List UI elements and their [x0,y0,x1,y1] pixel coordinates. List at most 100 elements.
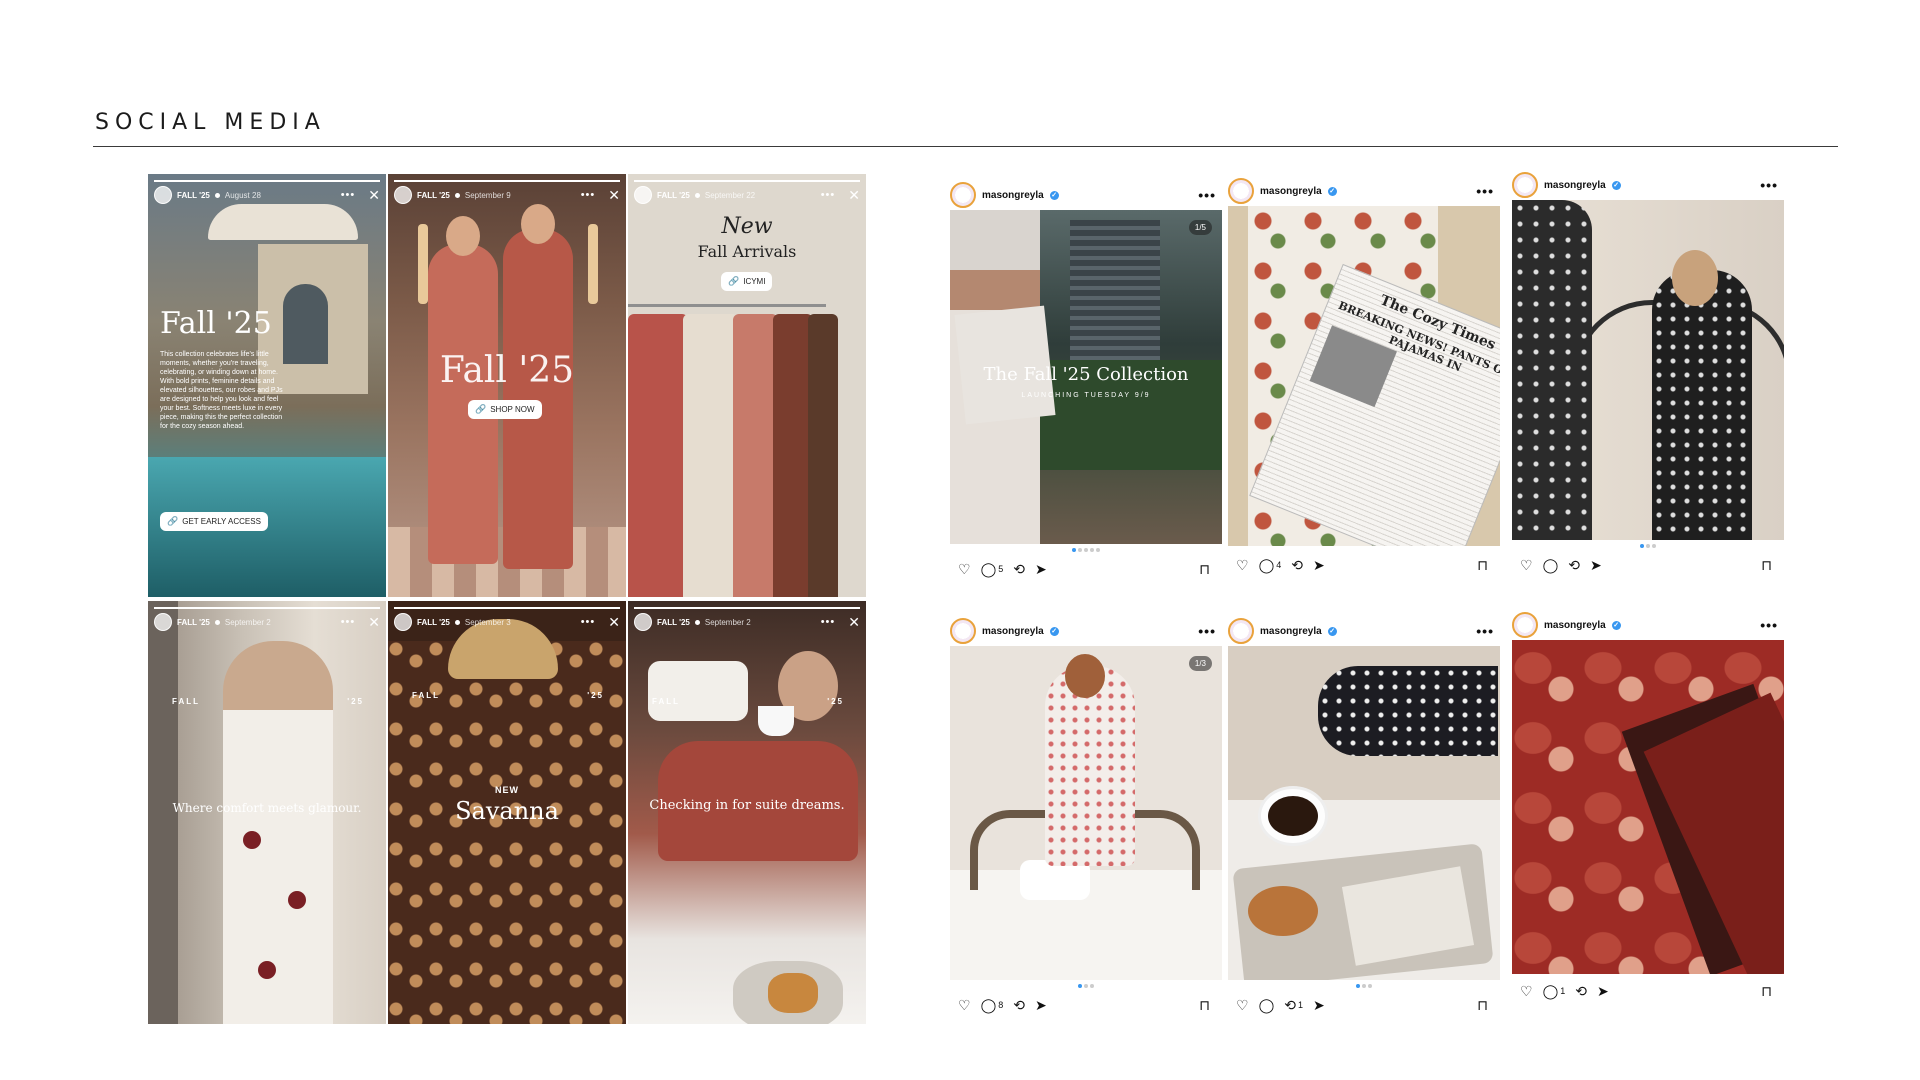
comment-count: 5 [998,564,1004,574]
model-head [1065,654,1105,698]
post-username[interactable]: masongreyla [1260,626,1322,637]
story-card[interactable]: FALL '25 September 2 ••• ✕ FALL '25 Chec… [628,601,866,1024]
bookmark-icon[interactable]: ⊓ [1199,997,1210,1014]
robe-graphic [773,314,813,597]
more-options-icon[interactable]: ••• [1198,623,1216,639]
post-image[interactable] [1228,646,1500,980]
close-icon[interactable]: ✕ [848,187,860,204]
close-icon[interactable]: ✕ [608,614,620,631]
comment-icon[interactable]: ◯ [981,561,997,578]
icymi-button[interactable]: 🔗 ICYMI [721,272,773,291]
story-avatar[interactable] [394,186,412,204]
more-options-icon[interactable]: ••• [1198,187,1216,203]
profile-avatar[interactable] [1228,618,1254,644]
more-icon[interactable]: ••• [341,189,356,201]
repost-icon[interactable]: ⟲ [1575,983,1587,1000]
story-avatar[interactable] [634,613,652,631]
story-account[interactable]: FALL '25 [417,618,450,627]
story-header: FALL '25 September 3 ••• ✕ [394,611,620,633]
bookmark-icon[interactable]: ⊓ [1761,557,1772,574]
repost-icon[interactable]: ⟲ [1013,997,1025,1014]
story-dot-icon [214,619,220,625]
more-options-icon[interactable]: ••• [1476,623,1494,639]
story-avatar[interactable] [154,186,172,204]
story-avatar[interactable] [394,613,412,631]
share-icon[interactable]: ➤ [1590,557,1602,574]
heart-icon[interactable]: ♡ [1520,557,1533,574]
share-icon[interactable]: ➤ [1313,997,1325,1014]
comment-icon[interactable]: ◯ [981,997,997,1014]
rose-print [288,891,306,909]
comment-icon[interactable]: ◯ [1543,557,1559,574]
comment-icon[interactable]: ◯ [1259,997,1275,1014]
profile-avatar[interactable] [1228,178,1254,204]
story-card[interactable]: FALL '25 September 9 ••• ✕ Fall '25 🔗 SH… [388,174,626,597]
close-icon[interactable]: ✕ [848,614,860,631]
story-card[interactable]: FALL '25 September 22 ••• ✕ New Fall Arr… [628,174,866,597]
heart-icon[interactable]: ♡ [1236,997,1249,1014]
heart-icon[interactable]: ♡ [1236,557,1249,574]
story-card[interactable]: FALL '25 August 28 ••• ✕ Fall '25 This c… [148,174,386,597]
share-icon[interactable]: ➤ [1597,983,1609,1000]
post-image[interactable]: 1/3 [950,646,1222,980]
post-image[interactable]: The Cozy Times BREAKING NEWS! PANTS OUT,… [1228,206,1500,546]
feed-post: masongreyla ✓ ••• The Cozy Times BREAKIN… [1228,176,1500,578]
story-account[interactable]: FALL '25 [177,618,210,627]
post-image[interactable] [1512,200,1784,540]
story-account[interactable]: FALL '25 [177,191,210,200]
heart-icon[interactable]: ♡ [958,997,971,1014]
profile-avatar[interactable] [1512,172,1538,198]
story-avatar[interactable] [154,613,172,631]
close-icon[interactable]: ✕ [368,614,380,631]
story-account[interactable]: FALL '25 [657,191,690,200]
post-username[interactable]: masongreyla [982,626,1044,637]
story-account[interactable]: FALL '25 [657,618,690,627]
close-icon[interactable]: ✕ [368,187,380,204]
repost-icon[interactable]: ⟲ [1284,997,1296,1014]
story-card[interactable]: FALL '25 September 2 ••• ✕ FALL '25 Wher… [148,601,386,1024]
more-icon[interactable]: ••• [581,189,596,201]
more-options-icon[interactable]: ••• [1476,183,1494,199]
more-options-icon[interactable]: ••• [1760,617,1778,633]
profile-avatar[interactable] [950,618,976,644]
get-early-access-button[interactable]: 🔗 GET EARLY ACCESS [160,512,268,531]
bookmark-icon[interactable]: ⊓ [1761,983,1772,1000]
comment-icon[interactable]: ◯ [1259,557,1275,574]
share-icon[interactable]: ➤ [1035,997,1047,1014]
story-avatar[interactable] [634,186,652,204]
profile-avatar[interactable] [1512,612,1538,638]
close-icon[interactable]: ✕ [608,187,620,204]
story-headline: New [721,214,773,239]
profile-avatar[interactable] [950,182,976,208]
post-username[interactable]: masongreyla [982,190,1044,201]
heart-icon[interactable]: ♡ [1520,983,1533,1000]
post-username[interactable]: masongreyla [1544,180,1606,191]
more-icon[interactable]: ••• [821,616,836,628]
post-header: masongreyla ✓ ••• [1512,610,1784,640]
story-card[interactable]: FALL '25 September 3 ••• ✕ FALL '25 NEW … [388,601,626,1024]
story-account[interactable]: FALL '25 [417,191,450,200]
repost-icon[interactable]: ⟲ [1568,557,1580,574]
verified-badge-icon: ✓ [1327,626,1337,636]
more-icon[interactable]: ••• [821,189,836,201]
more-options-icon[interactable]: ••• [1760,177,1778,193]
more-icon[interactable]: ••• [341,616,356,628]
shop-now-button[interactable]: 🔗 SHOP NOW [468,400,542,419]
post-username[interactable]: masongreyla [1544,620,1606,631]
repost-icon[interactable]: ⟲ [1291,557,1303,574]
story-header: FALL '25 September 2 ••• ✕ [634,611,860,633]
post-image[interactable]: 1/5 The Fall '25 Collection LAUNCHING TU… [950,210,1222,544]
bookmark-icon[interactable]: ⊓ [1477,997,1488,1014]
post-image[interactable] [1512,640,1784,974]
share-icon[interactable]: ➤ [1313,557,1325,574]
comment-icon[interactable]: ◯ [1543,983,1559,1000]
post-username[interactable]: masongreyla [1260,186,1322,197]
share-icon[interactable]: ➤ [1035,561,1047,578]
more-icon[interactable]: ••• [581,616,596,628]
story-dot-icon [694,619,700,625]
bookmark-icon[interactable]: ⊓ [1199,561,1210,578]
repost-icon[interactable]: ⟲ [1013,561,1025,578]
heart-icon[interactable]: ♡ [958,561,971,578]
bookmark-icon[interactable]: ⊓ [1477,557,1488,574]
fall-tag: FALL [172,697,200,706]
